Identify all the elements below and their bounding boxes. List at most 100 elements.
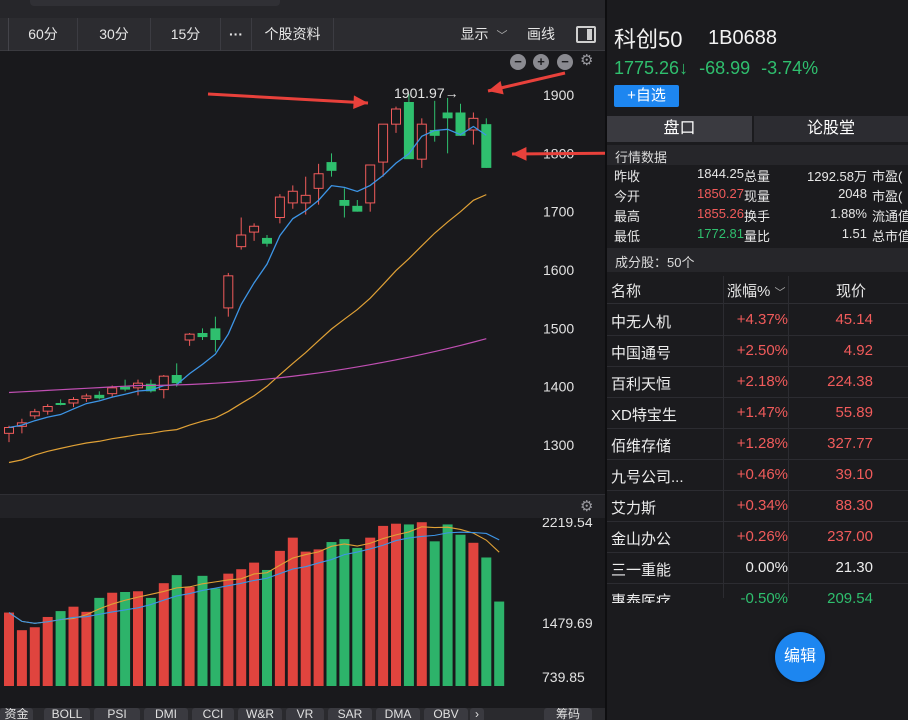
period-30min-button[interactable]: 30分 <box>78 18 151 51</box>
indicator-tab-dma[interactable]: DMA <box>376 708 420 720</box>
kline-panel[interactable]: 1900 1800 1700 1600 1500 1400 1300 1901.97→ − +… <box>0 51 641 493</box>
stock-price: 4.92 <box>843 342 873 359</box>
volume-bar <box>391 523 401 686</box>
stock-profile-button[interactable]: 个股资料 <box>252 18 334 51</box>
panel-toggle-icon[interactable] <box>576 26 596 43</box>
volume-gear-icon[interactable]: ⚙ <box>580 497 593 515</box>
stock-price: 88.30 <box>835 497 873 514</box>
stock-price: 39.10 <box>835 466 873 483</box>
annotation-arrowhead <box>353 95 368 110</box>
gear-icon[interactable]: ⚙ <box>580 51 593 69</box>
indicator-tab-boll[interactable]: BOLL <box>44 708 90 720</box>
candle-body <box>158 375 169 391</box>
volume-panel[interactable]: 2219.541479.69739.85亿05 <box>0 514 605 720</box>
col-name-header[interactable]: 名称 <box>611 280 641 301</box>
table-row[interactable]: 艾力斯 +0.34% 88.30 <box>607 491 908 522</box>
stock-change: +0.26% <box>736 528 788 545</box>
candle-body <box>262 237 272 244</box>
indicator-tab-chips[interactable]: 筹码 <box>544 708 592 720</box>
table-row[interactable]: 百利天恒 +2.18% 224.38 <box>607 367 908 398</box>
stock-change: +4.37% <box>736 311 788 328</box>
volume-chart: 2219.541479.69739.85亿05 <box>4 514 593 720</box>
stat-label: 总市值 <box>872 229 908 244</box>
volume-bar <box>145 597 156 686</box>
ma-long-line <box>8 338 487 394</box>
stat-value: 1844.25 <box>697 166 744 181</box>
search-box-remnant[interactable] <box>30 0 280 6</box>
indicator-tab-dmi[interactable]: DMI <box>144 708 188 720</box>
volume-axis-label: 1479.69 <box>542 615 593 631</box>
stock-name: 佰维存储 <box>611 438 672 455</box>
ma-mid-line <box>8 194 487 464</box>
col-change-header[interactable]: 涨幅% ﹀ <box>727 280 786 301</box>
price-line: 1775.26↓ -68.99 -3.74% <box>614 58 824 79</box>
stock-change: +2.18% <box>736 373 788 390</box>
volume-bar <box>339 539 350 686</box>
more-periods-button[interactable]: ··· <box>221 18 252 51</box>
candle-body <box>249 225 260 233</box>
period-60min-button[interactable]: 60分 <box>9 18 78 51</box>
volume-bar <box>107 592 118 686</box>
stock-change: +0.34% <box>736 497 788 514</box>
indicator-tab-psi[interactable]: PSI <box>94 708 140 720</box>
volume-bar <box>184 586 195 686</box>
price-change: -68.99 <box>699 58 751 78</box>
candle-body <box>326 162 337 171</box>
volume-bar <box>133 591 143 686</box>
volume-bar <box>120 591 131 686</box>
volume-bar <box>481 557 492 686</box>
candle-body <box>481 124 492 168</box>
candle-body <box>365 164 376 204</box>
tab-order-book[interactable]: 盘口 <box>607 116 752 142</box>
table-row[interactable]: 佰维存储 +1.28% 327.77 <box>607 429 908 460</box>
volume-bar <box>4 612 14 686</box>
draw-line-button[interactable]: 画线 <box>518 18 564 51</box>
volume-bar <box>223 573 234 686</box>
stats-row: 最低 1772.81 量比 1.51 总市值 <box>607 226 908 246</box>
display-dropdown[interactable]: 显示 ﹀ <box>455 18 513 51</box>
minimize-icon[interactable]: − <box>557 54 573 70</box>
stat-value: 2048 <box>838 186 867 201</box>
add-watchlist-button[interactable]: +自选 <box>614 85 679 107</box>
indicator-tab-wr[interactable]: W&R <box>238 708 282 720</box>
candle-body <box>442 112 453 119</box>
table-row[interactable]: 中国通号 +2.50% 4.92 <box>607 336 908 367</box>
zoom-in-icon[interactable]: + <box>533 54 549 70</box>
edit-button[interactable]: 编辑 <box>775 632 825 682</box>
price-axis-label: 1400 <box>543 379 574 395</box>
volume-bar <box>455 534 466 686</box>
sort-chevron-icon: ﹀ <box>774 287 786 299</box>
price-change-pct: -3.74% <box>761 58 819 78</box>
tabs-scroll-right-icon[interactable]: › <box>470 708 484 720</box>
table-row[interactable]: 惠泰医疗 -0.50% 209.54 <box>607 584 908 603</box>
col-price-header[interactable]: 现价 <box>836 280 866 301</box>
stat-label: 换手 <box>744 209 771 224</box>
stats-row: 今开 1850.27 现量 2048 市盈( <box>607 186 908 206</box>
candle-body <box>184 333 195 341</box>
table-row[interactable]: 金山办公 +0.26% 237.00 <box>607 522 908 553</box>
tab-forum[interactable]: 论股堂 <box>754 116 908 142</box>
candle-body <box>55 403 66 405</box>
stock-price: 55.89 <box>835 404 873 421</box>
candle-body <box>313 173 324 189</box>
stock-name: 中国通号 <box>611 345 672 362</box>
table-row[interactable]: 三一重能 0.00% 21.30 <box>607 553 908 584</box>
stock-change: -0.50% <box>740 590 788 603</box>
table-row[interactable]: 中无人机 +4.37% 45.14 <box>607 305 908 336</box>
zoom-out-icon[interactable]: − <box>510 54 526 70</box>
indicator-tab-sar[interactable]: SAR <box>328 708 372 720</box>
chevron-down-icon: ﹀ <box>496 30 508 42</box>
period-15min-button[interactable]: 15分 <box>151 18 221 51</box>
candle-body <box>29 411 40 417</box>
table-row[interactable]: XD特宝生 +1.47% 55.89 <box>607 398 908 429</box>
indicator-tab-funds[interactable]: 资金 <box>0 708 33 720</box>
price-axis-label: 1600 <box>543 262 574 278</box>
indicator-tab-cci[interactable]: CCI <box>192 708 234 720</box>
volume-bar <box>262 569 272 686</box>
table-row[interactable]: 九号公司... +0.46% 39.10 <box>607 460 908 491</box>
stock-price: 45.14 <box>835 311 873 328</box>
indicator-tab-vr[interactable]: VR <box>286 708 324 720</box>
stock-change: +1.28% <box>736 435 788 452</box>
indicator-tab-obv[interactable]: OBV <box>424 708 468 720</box>
candle-body <box>197 333 208 338</box>
